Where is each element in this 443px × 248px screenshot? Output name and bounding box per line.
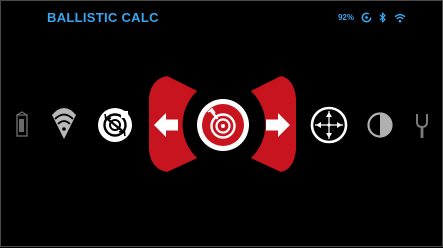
ballistic-calc-icon[interactable]: [197, 99, 249, 151]
wifi-menu-icon[interactable]: [52, 108, 76, 139]
tuning-fork-icon[interactable]: [416, 114, 428, 138]
contrast-icon[interactable]: [367, 112, 393, 138]
target-refresh-icon[interactable]: [98, 108, 132, 142]
document-icon[interactable]: [16, 111, 28, 137]
reticle-icon[interactable]: [310, 106, 348, 144]
menu-carousel: [16, 76, 428, 172]
screen-frame: BALLISTIC CALC 92%: [0, 0, 443, 247]
